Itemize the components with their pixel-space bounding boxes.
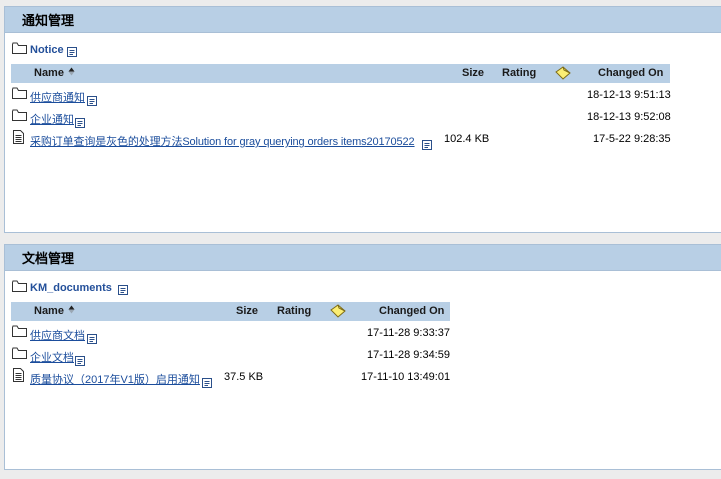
folder-icon[interactable] bbox=[12, 325, 27, 337]
folder-icon[interactable] bbox=[12, 109, 27, 121]
row-changed-on: 17-11-28 9:33:37 bbox=[367, 327, 450, 339]
document-icon[interactable] bbox=[13, 368, 24, 382]
edit-icon[interactable] bbox=[202, 378, 212, 388]
row-size: 102.4 KB bbox=[444, 133, 490, 145]
row-changed-on: 18-12-13 9:51:13 bbox=[587, 89, 671, 101]
documents-table-header: Name Size Rating Changed On bbox=[11, 302, 450, 321]
row-name-link[interactable]: 供应商通知 bbox=[30, 89, 85, 105]
notice-table-header: Name Size Rating Changed On bbox=[11, 64, 670, 83]
row-name-link[interactable]: 供应商文档 bbox=[30, 327, 85, 343]
notice-panel-title: 通知管理 bbox=[5, 7, 721, 33]
edit-icon[interactable] bbox=[67, 47, 77, 57]
folder-icon[interactable] bbox=[12, 280, 27, 292]
edit-icon[interactable] bbox=[87, 334, 97, 344]
column-header-name[interactable]: Name bbox=[34, 305, 64, 317]
row-changed-on: 17-5-22 9:28:35 bbox=[593, 133, 671, 145]
sort-ascending-icon[interactable] bbox=[68, 305, 75, 314]
documents-panel-title: 文档管理 bbox=[5, 245, 721, 271]
notice-root-folder-link[interactable]: Notice bbox=[30, 44, 64, 56]
column-header-size[interactable]: Size bbox=[462, 67, 484, 79]
document-icon[interactable] bbox=[13, 130, 24, 144]
row-changed-on: 17-11-28 9:34:59 bbox=[367, 349, 450, 361]
folder-icon[interactable] bbox=[12, 42, 27, 54]
column-header-changed-on[interactable]: Changed On bbox=[598, 67, 663, 79]
folder-icon[interactable] bbox=[12, 87, 27, 99]
row-name-link[interactable]: 企业文档 bbox=[30, 349, 74, 365]
row-changed-on: 18-12-13 9:52:08 bbox=[587, 111, 671, 123]
edit-icon[interactable] bbox=[75, 118, 85, 128]
edit-icon[interactable] bbox=[75, 356, 85, 366]
note-icon[interactable] bbox=[330, 304, 346, 318]
row-changed-on: 17-11-10 13:49:01 bbox=[361, 371, 451, 383]
documents-panel: 文档管理 KM_documents Name Size Rating Chang… bbox=[4, 244, 721, 470]
edit-icon[interactable] bbox=[422, 140, 432, 150]
sort-ascending-icon[interactable] bbox=[68, 67, 75, 76]
row-name-link[interactable]: 采购订单查询是灰色的处理方法Solution for gray querying… bbox=[30, 133, 415, 149]
note-icon[interactable] bbox=[555, 66, 571, 80]
row-name-link[interactable]: 企业通知 bbox=[30, 111, 74, 127]
documents-root-folder-link[interactable]: KM_documents bbox=[30, 282, 112, 294]
row-size: 37.5 KB bbox=[224, 371, 264, 383]
edit-icon[interactable] bbox=[87, 96, 97, 106]
column-header-rating[interactable]: Rating bbox=[277, 305, 311, 317]
folder-icon[interactable] bbox=[12, 347, 27, 359]
edit-icon[interactable] bbox=[118, 285, 128, 295]
column-header-rating[interactable]: Rating bbox=[502, 67, 536, 79]
column-header-name[interactable]: Name bbox=[34, 67, 64, 79]
row-name-link[interactable]: 质量协议（2017年V1版）启用通知 bbox=[30, 371, 200, 387]
column-header-changed-on[interactable]: Changed On bbox=[379, 305, 444, 317]
notice-panel: 通知管理 Notice Name Size Rating Changed On … bbox=[4, 6, 721, 233]
column-header-size[interactable]: Size bbox=[236, 305, 258, 317]
